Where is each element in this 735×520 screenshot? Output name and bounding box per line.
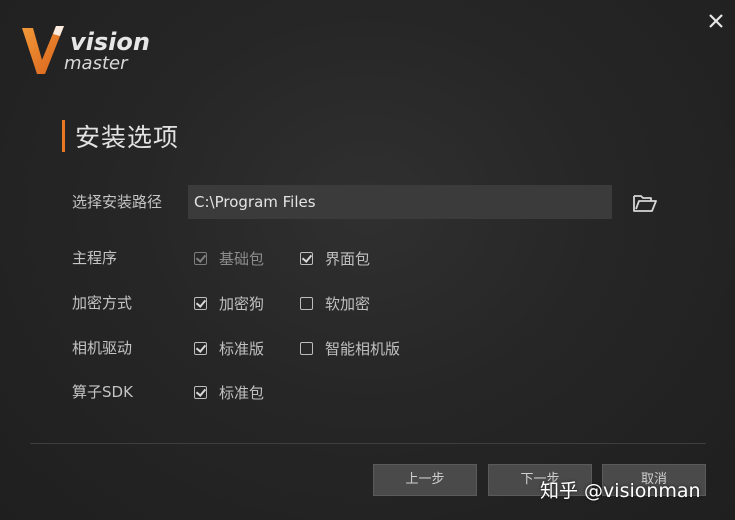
watermark: 知乎 @visionman xyxy=(540,480,701,502)
row-label-operator-sdk: 算子SDK xyxy=(72,383,133,401)
v-logo-mark-icon xyxy=(22,26,64,74)
checkbox-soft-encryption[interactable]: 软加密 xyxy=(300,293,370,313)
checkbox-box xyxy=(194,341,207,355)
checkbox-label: 标准版 xyxy=(219,339,265,358)
checkbox-label: 软加密 xyxy=(325,294,371,313)
installer-window: vision master 安装选项 选择安装路径 主程序 基础包 界面包 加密… xyxy=(0,0,735,520)
checkbox-box xyxy=(300,296,313,310)
row-label-main-program: 主程序 xyxy=(72,249,118,267)
footer-divider xyxy=(30,443,706,444)
checkbox-label: 界面包 xyxy=(325,249,371,268)
section-title: 安装选项 xyxy=(62,120,179,152)
logo-word-master: master xyxy=(64,53,128,74)
checkbox-label: 基础包 xyxy=(219,249,265,268)
checkbox-box xyxy=(300,341,313,355)
install-path-input[interactable] xyxy=(188,185,612,219)
title-accent-bar xyxy=(62,120,65,152)
checkbox-box xyxy=(194,385,207,399)
install-path-label: 选择安装路径 xyxy=(72,193,163,211)
section-title-text: 安装选项 xyxy=(75,123,180,152)
checkbox-box xyxy=(300,251,313,265)
checkbox-standard-package[interactable]: 标准包 xyxy=(194,382,264,402)
checkbox-smart-camera-edition[interactable]: 智能相机版 xyxy=(300,338,400,358)
checkbox-ui-package[interactable]: 界面包 xyxy=(300,248,370,268)
checkbox-standard-edition[interactable]: 标准版 xyxy=(194,338,264,358)
checkbox-box xyxy=(194,251,207,265)
checkbox-label: 智能相机版 xyxy=(325,339,401,358)
vision-master-logo: vision master xyxy=(20,24,160,80)
close-icon[interactable] xyxy=(707,12,725,30)
folder-open-icon[interactable] xyxy=(632,191,658,215)
row-label-camera-driver: 相机驱动 xyxy=(72,339,133,357)
checkbox-basic-package[interactable]: 基础包 xyxy=(194,248,264,268)
prev-button[interactable]: 上一步 xyxy=(373,464,477,496)
row-label-encryption: 加密方式 xyxy=(72,294,133,312)
logo-word-vision: vision xyxy=(70,28,150,56)
checkbox-dongle[interactable]: 加密狗 xyxy=(194,293,264,313)
checkbox-label: 标准包 xyxy=(219,383,265,402)
checkbox-label: 加密狗 xyxy=(219,294,265,313)
checkbox-box xyxy=(194,296,207,310)
